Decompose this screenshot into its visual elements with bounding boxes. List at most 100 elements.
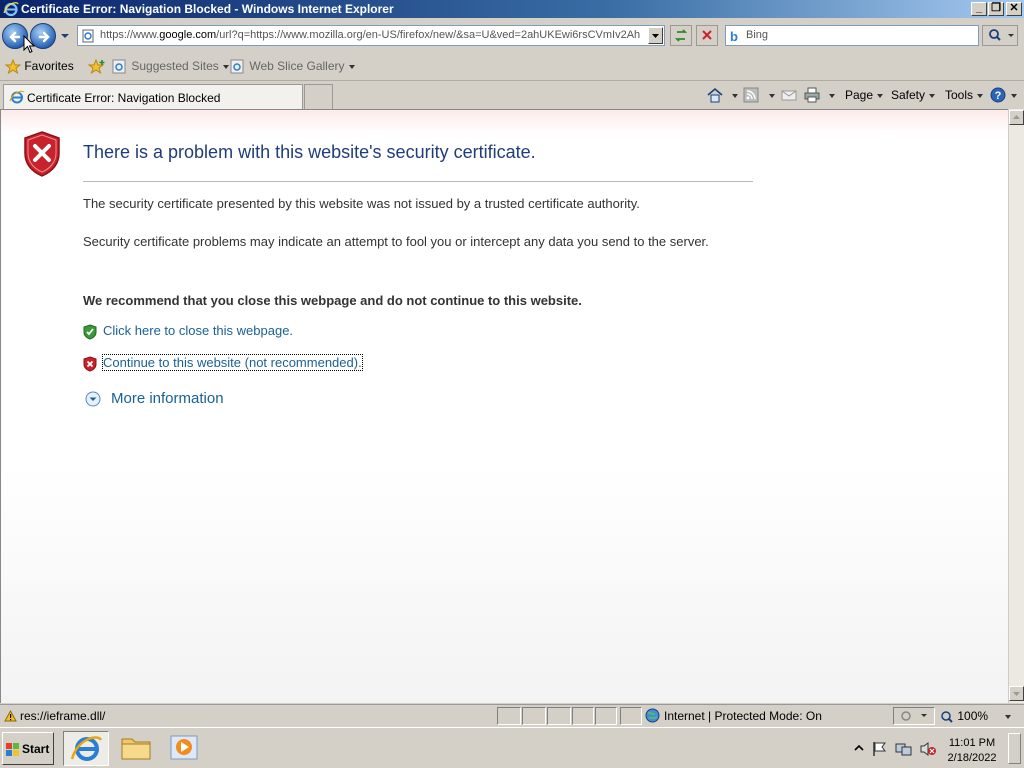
- page-menu[interactable]: Page: [845, 88, 884, 102]
- tab-label: Certificate Error: Navigation Blocked: [27, 91, 221, 105]
- address-url: https://www.google.com/url?q=https://www…: [100, 29, 641, 41]
- svg-text:?: ?: [995, 90, 1002, 102]
- tools-menu-label: Tools: [945, 88, 974, 102]
- green-shield-check-icon: [83, 324, 97, 340]
- chevron-down-icon: [929, 93, 936, 98]
- tools-menu[interactable]: Tools: [945, 88, 984, 102]
- action-center-flag-icon[interactable]: [871, 741, 889, 757]
- restore-icon: ❐: [991, 2, 1001, 14]
- taskbar-internet-explorer[interactable]: [63, 731, 109, 766]
- recommendation-text: We recommend that you close this webpage…: [83, 293, 582, 308]
- favorites-bar: Favorites Suggested Sites Web Slice Gall…: [0, 54, 1024, 81]
- stop-icon: [702, 30, 712, 40]
- home-icon[interactable]: [706, 86, 724, 104]
- refresh-icon: [674, 29, 688, 42]
- tab-command-bar: Certificate Error: Navigation Blocked Pa…: [0, 82, 1024, 109]
- divider: [83, 181, 753, 182]
- chevron-down-icon: [877, 93, 884, 98]
- close-window-button[interactable]: ✕: [1006, 2, 1022, 16]
- status-cell: [595, 707, 617, 725]
- continue-to-website-label: Continue to this website (not recommende…: [102, 354, 363, 371]
- scroll-down-button[interactable]: [1009, 686, 1024, 701]
- search-box[interactable]: b Bing: [725, 25, 979, 46]
- chevron-down-icon: [222, 64, 229, 69]
- certificate-warning: Security certificate problems may indica…: [83, 234, 709, 249]
- ie-page-icon: [112, 59, 126, 74]
- zoom-control[interactable]: 100%: [940, 709, 1012, 724]
- volume-muted-icon[interactable]: [919, 741, 937, 757]
- search-button[interactable]: [982, 25, 1018, 46]
- web-slice-gallery-label: Web Slice Gallery: [249, 59, 345, 73]
- page-content: There is a problem with this website's s…: [0, 109, 1008, 703]
- scroll-up-button[interactable]: [1009, 110, 1024, 125]
- page-menu-label: Page: [845, 88, 874, 102]
- page-icon: [82, 29, 94, 43]
- close-icon: ✕: [1009, 2, 1019, 14]
- status-cell: [522, 707, 546, 725]
- status-cell: [572, 707, 594, 725]
- clock[interactable]: 11:01 PM 2/18/2022: [940, 736, 1004, 766]
- web-slice-gallery-link[interactable]: Web Slice Gallery: [230, 59, 355, 74]
- add-to-favorites-bar-button[interactable]: [87, 58, 106, 75]
- expand-chevron-icon: [85, 391, 101, 407]
- chevron-down-icon[interactable]: [829, 94, 835, 98]
- status-cell: [547, 707, 571, 725]
- chevron-down-icon[interactable]: [769, 94, 775, 98]
- protected-mode-cell[interactable]: [893, 707, 935, 725]
- show-desktop-button[interactable]: [1008, 733, 1021, 764]
- network-icon[interactable]: [895, 741, 913, 757]
- certificate-explanation: The security certificate presented by th…: [83, 196, 640, 211]
- rss-feed-icon[interactable]: [742, 86, 760, 104]
- protected-mode-icon: [901, 711, 927, 721]
- mouse-cursor-icon: [23, 35, 35, 54]
- taskbar-windows-explorer[interactable]: [114, 731, 160, 766]
- window-title: Certificate Error: Navigation Blocked - …: [21, 2, 394, 16]
- system-tray: 11:01 PM 2/18/2022: [849, 731, 1022, 766]
- chevron-down-icon: [348, 64, 355, 69]
- warning-icon: [4, 710, 17, 722]
- help-icon[interactable]: ?: [989, 86, 1007, 104]
- read-mail-icon[interactable]: [780, 86, 798, 104]
- globe-icon: [645, 708, 660, 723]
- minimize-icon: _: [975, 2, 983, 14]
- restore-button[interactable]: ❐: [988, 2, 1004, 16]
- print-icon[interactable]: [803, 86, 821, 104]
- address-bar[interactable]: https://www.google.com/url?q=https://www…: [77, 25, 665, 46]
- ie-page-icon: [9, 90, 25, 104]
- zoom-icon: [941, 711, 953, 723]
- star-icon: [4, 58, 22, 75]
- chevron-down-icon[interactable]: [1011, 94, 1017, 98]
- windows-logo-icon: [6, 743, 19, 756]
- scroll-up-arrow-icon: [1013, 115, 1020, 119]
- chevron-down-icon: [1005, 714, 1012, 719]
- ie-page-icon: [230, 59, 244, 74]
- stop-button[interactable]: [696, 25, 718, 46]
- recent-pages-dropdown-icon[interactable]: [60, 31, 70, 41]
- taskbar-media-player[interactable]: [162, 731, 208, 766]
- chevron-down-icon[interactable]: [732, 94, 738, 98]
- error-shield-icon: [24, 131, 60, 177]
- minimize-button[interactable]: _: [971, 2, 987, 16]
- favorites-button[interactable]: Favorites: [4, 58, 74, 75]
- new-tab-button[interactable]: [304, 84, 333, 109]
- safety-menu[interactable]: Safety: [891, 88, 936, 102]
- status-cell: [497, 707, 521, 725]
- ie-logo-icon: [3, 2, 19, 17]
- clock-time: 11:01 PM: [948, 737, 996, 749]
- refresh-button[interactable]: [670, 25, 692, 46]
- bing-icon: b: [730, 29, 738, 44]
- chevron-down-icon: [977, 93, 984, 98]
- address-dropdown-button[interactable]: [648, 27, 663, 44]
- status-bar: res://ieframe.dll/ Internet | Protected …: [0, 704, 1024, 726]
- red-shield-x-icon: [83, 356, 97, 372]
- tab-certificate-error[interactable]: Certificate Error: Navigation Blocked: [3, 84, 303, 109]
- security-zone-label: Internet | Protected Mode: On: [664, 709, 822, 723]
- close-webpage-label: Click here to close this webpage.: [103, 323, 294, 338]
- vertical-scrollbar[interactable]: [1008, 109, 1024, 703]
- suggested-sites-link[interactable]: Suggested Sites: [112, 59, 229, 74]
- navigation-bar: https://www.google.com/url?q=https://www…: [0, 18, 1024, 54]
- show-hidden-icons-icon[interactable]: [853, 743, 865, 755]
- more-information-label: More information: [111, 390, 224, 407]
- internet-explorer-icon: [70, 736, 103, 761]
- start-button[interactable]: Start: [2, 732, 54, 765]
